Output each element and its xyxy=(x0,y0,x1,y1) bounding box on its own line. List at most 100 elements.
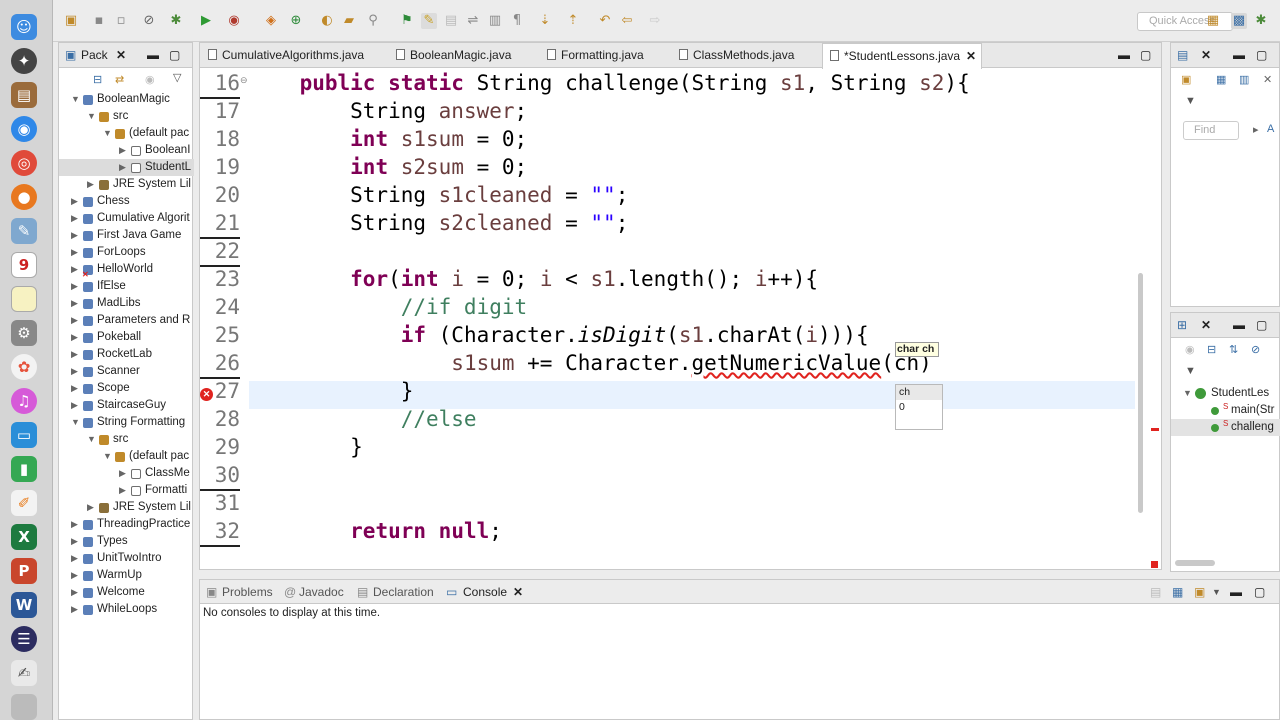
categorize-icon[interactable]: ▦ xyxy=(1216,73,1226,86)
stickies-icon[interactable] xyxy=(11,286,37,312)
expand-arrow-icon[interactable]: ▶ xyxy=(71,567,78,584)
toggle-ant-icon[interactable]: ▥ xyxy=(487,13,503,29)
outline-class-node[interactable]: ▼ StudentLes xyxy=(1183,385,1280,402)
tree-item[interactable]: ▶ Parameters and R xyxy=(59,312,194,329)
utility-icon[interactable] xyxy=(11,694,37,720)
expand-arrow-icon[interactable]: ▶ xyxy=(71,261,78,278)
tree-item[interactable]: ▼ BooleanMagic xyxy=(59,91,194,108)
tree-item[interactable]: ▶ IfElse xyxy=(59,278,194,295)
view-menu-icon[interactable]: ▼ xyxy=(1185,95,1196,107)
open-perspective-button-icon[interactable]: ▦ xyxy=(1205,13,1221,29)
tab-student-lessons[interactable]: *StudentLessons.java ✕ xyxy=(822,43,982,69)
back-icon[interactable]: ⇦ xyxy=(619,13,635,29)
expand-arrow-icon[interactable]: ▶ xyxy=(119,482,126,499)
tree-item[interactable]: ▶ Types xyxy=(59,533,194,550)
focus-icon[interactable]: ◉ xyxy=(145,73,155,86)
task-list-icon[interactable]: ▤ xyxy=(1177,43,1188,68)
tree-item[interactable]: ▶ ✕ HelloWorld xyxy=(59,261,194,278)
view-menu-icon[interactable]: ▽ xyxy=(173,71,181,84)
completion-item[interactable]: ch xyxy=(896,385,942,400)
expand-arrow-icon[interactable]: ▶ xyxy=(71,244,78,261)
debug-icon[interactable]: ✱ xyxy=(168,13,184,29)
maximize-icon[interactable]: ▢ xyxy=(1254,580,1265,604)
maximize-icon[interactable]: ▢ xyxy=(1256,43,1267,68)
expand-arrow-icon[interactable]: ▶ xyxy=(71,210,78,227)
collapse-all-icon[interactable]: ⊟ xyxy=(93,73,102,86)
close-icon[interactable]: ✕ xyxy=(513,580,523,604)
calendar-icon[interactable]: 9 xyxy=(11,252,37,278)
tree-item[interactable]: ▼ src xyxy=(59,108,194,125)
tree-item[interactable]: ▼ String Formatting xyxy=(59,414,194,431)
open-console-icon[interactable]: ▦ xyxy=(1172,580,1183,604)
minimize-icon[interactable]: ▬ xyxy=(1118,43,1130,68)
code-line[interactable]: return null; xyxy=(249,517,502,545)
code-line[interactable]: if (Character.isDigit(s1.charAt(i))){ xyxy=(249,321,869,349)
maximize-icon[interactable]: ▢ xyxy=(169,43,180,68)
close-icon[interactable]: ✕ xyxy=(1201,313,1211,338)
expand-arrow-icon[interactable]: ▶ xyxy=(87,499,94,516)
minimize-icon[interactable]: ▬ xyxy=(1233,43,1245,68)
tree-item[interactable]: ▶ Welcome xyxy=(59,584,194,601)
expand-arrow-icon[interactable]: ▶ xyxy=(119,142,126,159)
outline-icon[interactable]: ⊞ xyxy=(1177,313,1187,338)
keynote-icon[interactable]: ▭ xyxy=(11,422,37,448)
expand-arrow-icon[interactable]: ▼ xyxy=(1183,385,1192,402)
collapse-arrow-icon[interactable]: ▼ xyxy=(87,108,96,125)
expand-arrow-icon[interactable]: ▶ xyxy=(71,397,78,414)
java-perspective-icon[interactable]: ▩ xyxy=(1231,13,1247,29)
mark-occurrences-icon[interactable]: ✎ xyxy=(421,13,437,29)
tree-item[interactable]: ▶ Formatti xyxy=(59,482,194,499)
code-line[interactable]: } xyxy=(249,433,363,461)
word-wrap-icon[interactable]: ⇌ xyxy=(465,13,481,29)
close-icon[interactable]: ✕ xyxy=(116,43,126,68)
save-icon[interactable]: ▪ xyxy=(91,13,107,29)
powerpoint-icon[interactable]: P xyxy=(11,558,37,584)
safari-icon[interactable]: ◉ xyxy=(11,116,37,142)
firefox-icon[interactable]: ● xyxy=(11,184,37,210)
new-java-project-icon[interactable]: ◈ xyxy=(263,13,279,29)
collapse-arrow-icon[interactable]: ▼ xyxy=(103,448,112,465)
tree-item[interactable]: ▼ src xyxy=(59,431,194,448)
close-icon[interactable]: ✕ xyxy=(966,44,976,69)
tree-item[interactable]: ▶ ThreadingPractice xyxy=(59,516,194,533)
code-area[interactable]: public static String challenge(String s1… xyxy=(249,69,1139,569)
new-class-icon[interactable]: ◐ xyxy=(319,13,335,29)
tree-item[interactable]: ▶ JRE System Lil xyxy=(59,176,194,193)
code-line[interactable]: int s1sum = 0; xyxy=(249,125,527,153)
finder-icon[interactable]: ☺ xyxy=(11,14,37,40)
overview-error-marker[interactable] xyxy=(1151,428,1159,431)
new-task-icon[interactable]: ▣ xyxy=(1181,73,1191,86)
view-menu-icon[interactable]: ▼ xyxy=(1212,580,1221,604)
numbers-icon[interactable]: ▮ xyxy=(11,456,37,482)
forward-icon[interactable]: ⇨ xyxy=(647,13,663,29)
preview-icon[interactable]: ✎ xyxy=(11,218,37,244)
tree-item[interactable]: ▶ UnitTwoIntro xyxy=(59,550,194,567)
expand-arrow-icon[interactable]: ▶ xyxy=(71,278,78,295)
collapse-arrow-icon[interactable]: ▼ xyxy=(87,431,96,448)
find-toggle[interactable]: A xyxy=(1267,123,1274,135)
content-assist-popup[interactable]: ch 0 xyxy=(895,384,943,430)
expand-arrow-icon[interactable]: ▶ xyxy=(87,176,94,193)
horizontal-scrollbar[interactable] xyxy=(1175,560,1215,566)
focus-icon[interactable]: ◉ xyxy=(1185,343,1195,356)
close-icon[interactable]: ✕ xyxy=(1201,43,1211,68)
completion-item[interactable]: 0 xyxy=(896,400,942,415)
tab-problems[interactable]: Problems xyxy=(222,580,273,604)
tab-console[interactable]: Console xyxy=(463,580,507,604)
expand-arrow-icon[interactable]: ▶ xyxy=(71,516,78,533)
code-line[interactable]: //else xyxy=(249,405,477,433)
hide-completed-icon[interactable]: ✕ xyxy=(1263,73,1272,86)
minimize-icon[interactable]: ▬ xyxy=(147,43,159,68)
new-icon[interactable]: ▣ xyxy=(63,13,79,29)
tab-declaration[interactable]: Declaration xyxy=(373,580,434,604)
display-console-icon[interactable]: ▤ xyxy=(1150,580,1161,604)
next-annotation-icon[interactable]: ⇣ xyxy=(537,13,553,29)
previous-annotation-icon[interactable]: ⇡ xyxy=(565,13,581,29)
tab-class-methods[interactable]: ClassMethods.java xyxy=(679,43,814,68)
view-menu-icon[interactable]: ▼ xyxy=(1185,365,1196,377)
tree-item[interactable]: ▶ BooleanI xyxy=(59,142,194,159)
code-line[interactable]: int s2sum = 0; xyxy=(249,153,527,181)
sort-icon[interactable]: ⇅ xyxy=(1229,343,1238,356)
tree-item[interactable]: ▶ Pokeball xyxy=(59,329,194,346)
notes-icon[interactable]: ▤ xyxy=(11,82,37,108)
